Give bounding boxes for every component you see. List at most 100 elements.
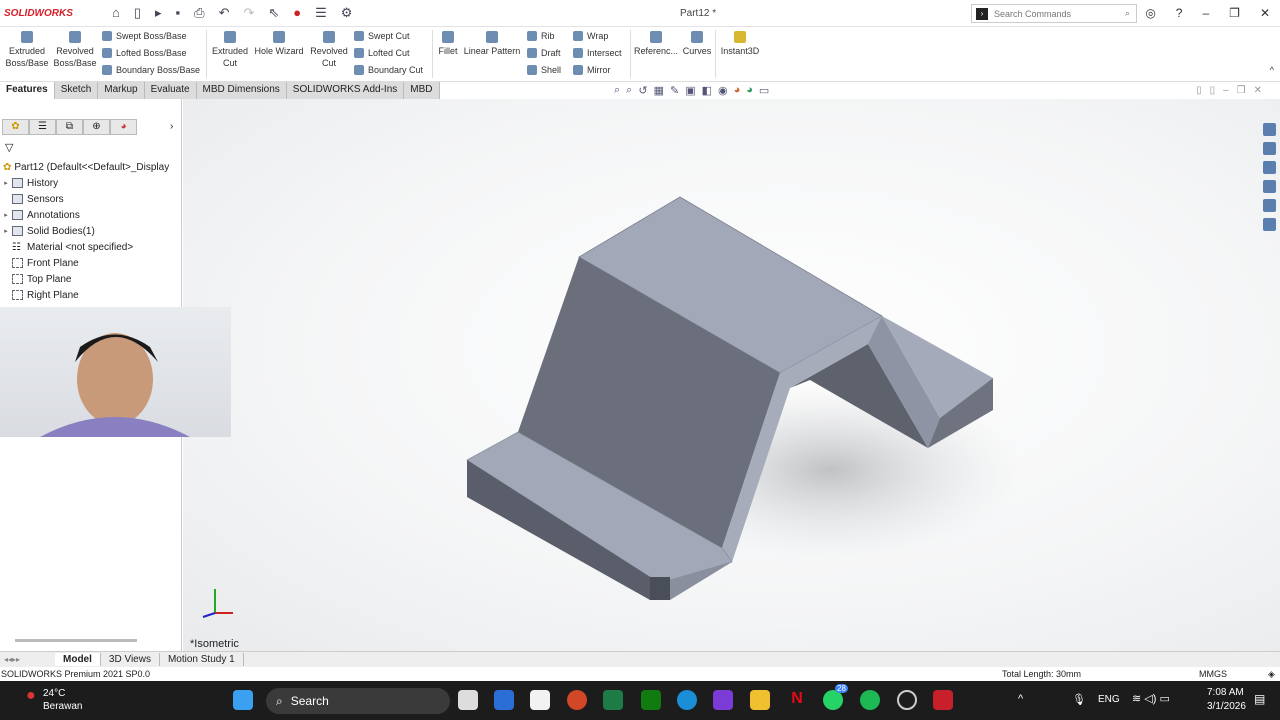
revolved-cut-button[interactable]: Revolved Cut	[307, 31, 351, 69]
tab-mbd[interactable]: MBD	[404, 82, 440, 99]
file-properties-icon[interactable]: ☰	[315, 5, 327, 21]
store-icon[interactable]	[530, 690, 550, 710]
home-icon[interactable]: ⌂	[112, 5, 120, 21]
netflix-icon[interactable]: N	[787, 690, 807, 710]
instant3d-button[interactable]: Instant3D	[718, 31, 762, 57]
file-explorer-icon[interactable]	[750, 690, 770, 710]
language-indicator[interactable]: ENG	[1098, 694, 1120, 705]
new-file-icon[interactable]: ▯	[134, 5, 141, 21]
clock-date[interactable]: 3/1/2026	[1207, 701, 1246, 712]
search-icon[interactable]: ⌕	[1125, 8, 1130, 19]
collapse-ribbon-icon[interactable]: ^	[1270, 65, 1274, 75]
tab-3d-views[interactable]: 3D Views	[101, 653, 160, 666]
tree-item-top-plane[interactable]: Top Plane	[0, 271, 182, 287]
wrap-button[interactable]: Wrap	[573, 31, 608, 41]
previous-view-icon[interactable]: ↺	[638, 84, 647, 97]
wifi-volume-battery-icons[interactable]: ≋ ◁) ▭	[1132, 692, 1170, 705]
curves-button[interactable]: Curves	[682, 31, 712, 57]
select-icon[interactable]: ⇖	[268, 5, 279, 21]
save-icon[interactable]: ▪	[176, 5, 181, 21]
linear-pattern-button[interactable]: Linear Pattern	[462, 31, 522, 57]
app-icon[interactable]	[713, 690, 733, 710]
hole-wizard-button[interactable]: Hole Wizard	[253, 31, 305, 57]
tab-evaluate[interactable]: Evaluate	[144, 82, 197, 99]
clock-time[interactable]: 7:08 AM	[1207, 687, 1244, 698]
word-icon[interactable]	[494, 690, 514, 710]
help-icon[interactable]: ?	[1176, 6, 1183, 20]
extruded-boss-button[interactable]: Extruded Boss/Base	[4, 31, 50, 69]
display-style-icon[interactable]: ◧	[702, 84, 712, 97]
tree-root-part[interactable]: ✿ Part12 (Default<<Default>_Display	[0, 159, 182, 175]
custom-properties-icon[interactable]	[1263, 218, 1276, 231]
show-hidden-icons[interactable]: ^	[1018, 693, 1023, 705]
spotify-icon[interactable]	[860, 690, 880, 710]
account-icon[interactable]: ◎	[1145, 6, 1155, 20]
display-manager-tab-icon[interactable]: ◕	[110, 119, 137, 135]
excel-icon[interactable]	[603, 690, 623, 710]
weather-temp[interactable]: 24°C	[43, 688, 65, 699]
resources-icon[interactable]	[1263, 123, 1276, 136]
notification-icon[interactable]: ▤	[1254, 692, 1265, 706]
property-manager-tab-icon[interactable]: ☰	[29, 119, 56, 135]
print-icon[interactable]: ⎙	[194, 5, 204, 21]
tab-addins[interactable]: SOLIDWORKS Add-Ins	[286, 82, 405, 99]
units-selector[interactable]: MMGS	[1199, 669, 1227, 679]
customize-icon[interactable]: ◈	[1268, 669, 1275, 680]
dynamic-annotation-icon[interactable]: ✎	[670, 84, 679, 97]
tree-item-front-plane[interactable]: Front Plane	[0, 255, 182, 271]
tab-sketch[interactable]: Sketch	[54, 82, 99, 99]
tree-item-right-plane[interactable]: Right Plane	[0, 287, 182, 303]
boundary-boss-button[interactable]: Boundary Boss/Base	[102, 65, 200, 75]
shell-button[interactable]: Shell	[527, 65, 561, 75]
open-icon[interactable]: ▸	[155, 5, 162, 21]
edge-icon[interactable]	[677, 690, 697, 710]
hide-show-icon[interactable]: ◉	[718, 84, 728, 97]
dimxpert-tab-icon[interactable]: ⊕	[83, 119, 110, 135]
lofted-cut-button[interactable]: Lofted Cut	[354, 48, 410, 58]
appearances-icon[interactable]	[1263, 199, 1276, 212]
filter-icon[interactable]: ▽	[5, 141, 13, 154]
options-gear-icon[interactable]: ⚙	[341, 5, 353, 21]
file-explorer-icon[interactable]	[1263, 161, 1276, 174]
tab-model[interactable]: Model	[55, 653, 101, 666]
swept-boss-button[interactable]: Swept Boss/Base	[102, 31, 187, 41]
tree-item-solid-bodies[interactable]: ▸ Solid Bodies(1)	[0, 223, 182, 239]
zoom-to-fit-icon[interactable]: ⌕	[614, 84, 620, 97]
graphics-area[interactable]: ▯▯–❐✕ *Isometric	[183, 85, 1280, 651]
tab-features[interactable]: Features	[0, 82, 55, 99]
horizontal-scrollbar[interactable]	[15, 639, 137, 642]
revolved-boss-button[interactable]: Revolved Boss/Base	[52, 31, 98, 69]
xbox-icon[interactable]	[641, 690, 661, 710]
fillet-button[interactable]: Fillet	[436, 31, 460, 57]
tree-item-annotations[interactable]: ▸ Annotations	[0, 207, 182, 223]
view-orientation-icon[interactable]: ▣	[685, 84, 695, 97]
tree-item-sensors[interactable]: Sensors	[0, 191, 182, 207]
start-button[interactable]	[233, 690, 253, 710]
whatsapp-icon[interactable]: 28	[823, 684, 848, 710]
undo-icon[interactable]: ↶	[219, 5, 230, 21]
appearance-icon[interactable]: ◕	[734, 84, 741, 97]
taskbar-search[interactable]: ⌕ Search	[266, 688, 450, 714]
view-settings-icon[interactable]: ▭	[759, 84, 769, 97]
tab-scroll-arrows[interactable]: ◂◂▸▸	[0, 655, 55, 664]
tree-item-history[interactable]: ▸ History	[0, 175, 182, 191]
reference-geometry-button[interactable]: Referenc...	[634, 31, 678, 57]
section-view-icon[interactable]: ▦	[654, 84, 664, 97]
restore-button[interactable]: ❐	[1229, 6, 1240, 20]
tree-item-material[interactable]: ☷ Material <not specified>	[0, 239, 182, 255]
part-model[interactable]	[183, 99, 1280, 651]
minimize-button[interactable]: –	[1202, 6, 1209, 20]
task-view-icon[interactable]	[458, 690, 478, 710]
rebuild-icon[interactable]: ●	[293, 5, 301, 21]
close-button[interactable]: ✕	[1260, 6, 1270, 20]
view-palette-icon[interactable]	[1263, 180, 1276, 193]
tab-motion-study[interactable]: Motion Study 1	[160, 653, 244, 666]
solidworks-taskbar-icon[interactable]	[933, 690, 953, 710]
rib-button[interactable]: Rib	[527, 31, 555, 41]
viewport-window-controls[interactable]: ▯▯–❐✕	[1196, 85, 1270, 96]
swept-cut-button[interactable]: Swept Cut	[354, 31, 410, 41]
configuration-manager-tab-icon[interactable]: ⧉	[56, 119, 83, 135]
intersect-button[interactable]: Intersect	[573, 48, 622, 58]
draft-button[interactable]: Draft	[527, 48, 561, 58]
extruded-cut-button[interactable]: Extruded Cut	[208, 31, 252, 69]
